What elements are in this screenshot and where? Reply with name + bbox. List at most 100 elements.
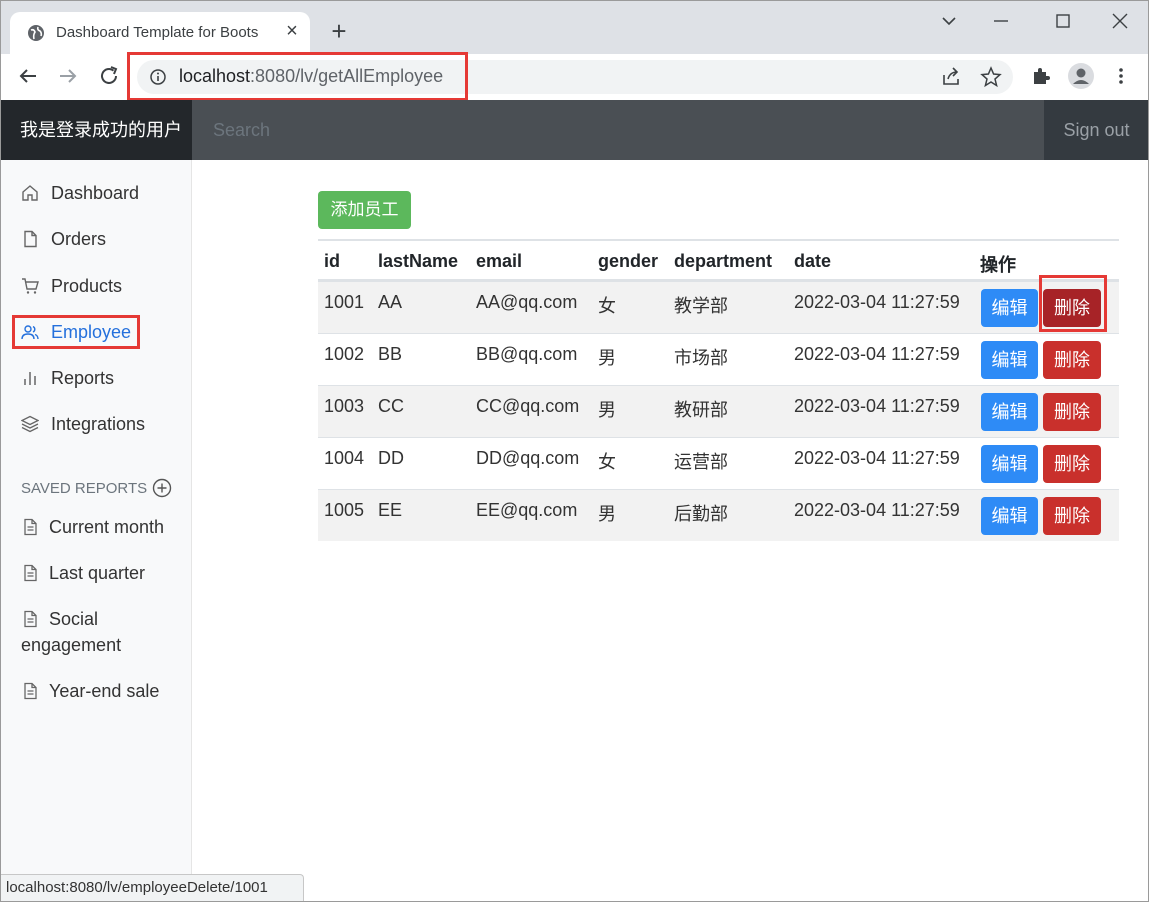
sidebar: Dashboard Orders Products Employee Repor… — [0, 160, 192, 902]
saved-report-label: Last quarter — [49, 563, 146, 583]
cell-gender: 男 — [598, 400, 616, 420]
cell-lastname: DD — [378, 448, 404, 468]
cell-id: 1002 — [324, 344, 365, 364]
cell-lastname: CC — [378, 396, 404, 416]
cell-lastname: AA — [378, 292, 403, 312]
cell-date: 2022-03-04 11:27:59 — [794, 448, 960, 468]
cell-id: 1001 — [324, 292, 365, 312]
browser-tab[interactable]: Dashboard Template for Boots × — [10, 12, 310, 54]
sidebar-item-reports[interactable]: Reports — [21, 365, 114, 391]
cell-email: BB@qq.com — [476, 344, 578, 364]
saved-report-social-engagement[interactable]: Social engagement — [21, 606, 181, 658]
sidebar-item-label: Products — [51, 275, 123, 296]
browser-tab-strip: Dashboard Template for Boots × + — [0, 0, 1149, 54]
new-tab-icon[interactable]: + — [326, 18, 352, 44]
tab-title: Dashboard Template for Boots — [56, 24, 259, 41]
layers-icon — [21, 415, 39, 433]
delete-button[interactable]: 删除 — [1043, 393, 1101, 431]
employee-table: id lastName email gender department date… — [318, 239, 1119, 541]
globe-icon — [28, 25, 44, 41]
url-highlight-box — [127, 52, 468, 101]
sidebar-item-label: Reports — [51, 367, 115, 388]
cell-id: 1005 — [324, 500, 365, 520]
column-header-id: id — [324, 251, 340, 271]
file-text-icon — [24, 564, 37, 582]
edit-button[interactable]: 编辑 — [981, 497, 1038, 535]
cell-email: EE@qq.com — [476, 500, 578, 520]
cell-date: 2022-03-04 11:27:59 — [794, 396, 960, 416]
add-employee-button[interactable]: 添加员工 — [318, 191, 411, 229]
reload-icon[interactable] — [97, 64, 121, 88]
bar-chart-icon — [24, 372, 36, 385]
cell-gender: 男 — [598, 504, 616, 524]
table-row: 1005 EE EE@qq.com 男 后勤部 2022-03-04 11:27… — [318, 489, 1119, 541]
table-row: 1003 CC CC@qq.com 男 教研部 2022-03-04 11:27… — [318, 385, 1119, 437]
extensions-puzzle-icon[interactable] — [1030, 65, 1052, 87]
file-icon — [24, 230, 37, 248]
cart-icon — [22, 278, 39, 294]
cell-department: 教学部 — [674, 296, 728, 316]
delete-highlight-box — [1039, 275, 1107, 332]
column-header-actions: 操作 — [980, 255, 1016, 275]
table-row: 1004 DD DD@qq.com 女 运营部 2022-03-04 11:27… — [318, 437, 1119, 489]
sidebar-item-integrations[interactable]: Integrations — [21, 411, 145, 437]
saved-report-label: Year-end sale — [49, 681, 160, 701]
edit-button[interactable]: 编辑 — [981, 445, 1038, 483]
saved-report-label: Current month — [49, 517, 165, 537]
minimize-icon[interactable] — [988, 8, 1014, 34]
maximize-icon[interactable] — [1050, 8, 1076, 34]
cell-lastname: EE — [378, 500, 403, 520]
cell-email: AA@qq.com — [476, 292, 578, 312]
more-menu-icon[interactable] — [1110, 65, 1132, 87]
cell-gender: 男 — [598, 348, 616, 368]
cell-date: 2022-03-04 11:27:59 — [794, 344, 960, 364]
saved-report-current-month[interactable]: Current month — [21, 514, 181, 540]
cell-id: 1003 — [324, 396, 365, 416]
file-text-icon — [24, 682, 37, 700]
table-header: id lastName email gender department date… — [318, 241, 1119, 281]
sidebar-item-products[interactable]: Products — [21, 273, 122, 299]
forward-arrow-icon[interactable] — [56, 64, 80, 88]
column-header-lastname: lastName — [378, 251, 459, 271]
sign-out-link[interactable]: Sign out — [1044, 100, 1149, 160]
sidebar-item-label: Integrations — [51, 413, 146, 434]
sidebar-item-dashboard[interactable]: Dashboard — [21, 180, 139, 206]
cell-gender: 女 — [598, 296, 616, 316]
cell-gender: 女 — [598, 452, 616, 472]
cell-department: 市场部 — [674, 348, 728, 368]
column-header-date: date — [794, 251, 832, 271]
file-text-icon — [24, 610, 37, 628]
saved-report-last-quarter[interactable]: Last quarter — [21, 560, 181, 586]
close-window-icon[interactable] — [1107, 8, 1133, 34]
back-arrow-icon[interactable] — [16, 64, 40, 88]
tab-close-icon[interactable]: × — [282, 21, 302, 41]
delete-button[interactable]: 删除 — [1043, 341, 1101, 379]
add-report-plus-icon[interactable] — [152, 478, 172, 498]
cell-date: 2022-03-04 11:27:59 — [794, 500, 960, 520]
brand-text[interactable]: 我是登录成功的用户 — [0, 100, 192, 160]
app-navbar: 我是登录成功的用户 Sign out — [0, 100, 1149, 160]
cell-email: CC@qq.com — [476, 396, 580, 416]
cell-id: 1004 — [324, 448, 365, 468]
bookmark-star-icon[interactable] — [980, 66, 1002, 88]
profile-avatar-icon[interactable] — [1068, 63, 1094, 89]
cell-date: 2022-03-04 11:27:59 — [794, 292, 960, 312]
delete-button[interactable]: 删除 — [1043, 445, 1101, 483]
share-icon[interactable] — [940, 66, 962, 88]
edit-button[interactable]: 编辑 — [981, 289, 1038, 327]
edit-button[interactable]: 编辑 — [981, 393, 1038, 431]
home-icon — [22, 185, 38, 201]
edit-button[interactable]: 编辑 — [981, 341, 1038, 379]
search-input[interactable] — [192, 100, 1044, 160]
cell-department: 教研部 — [674, 400, 728, 420]
table-row: 1002 BB BB@qq.com 男 市场部 2022-03-04 11:27… — [318, 333, 1119, 385]
saved-report-year-end-sale[interactable]: Year-end sale — [21, 678, 181, 704]
sidebar-item-orders[interactable]: Orders — [21, 226, 106, 252]
delete-button[interactable]: 删除 — [1043, 497, 1101, 535]
column-header-department: department — [674, 251, 773, 271]
sidebar-item-label: Dashboard — [51, 182, 140, 203]
status-bar-url: localhost:8080/lv/employeeDelete/1001 — [0, 874, 304, 902]
table-row: 1001 AA AA@qq.com 女 教学部 2022-03-04 11:27… — [318, 281, 1119, 333]
tab-search-chevron-icon[interactable] — [936, 8, 962, 34]
cell-department: 后勤部 — [674, 504, 728, 524]
